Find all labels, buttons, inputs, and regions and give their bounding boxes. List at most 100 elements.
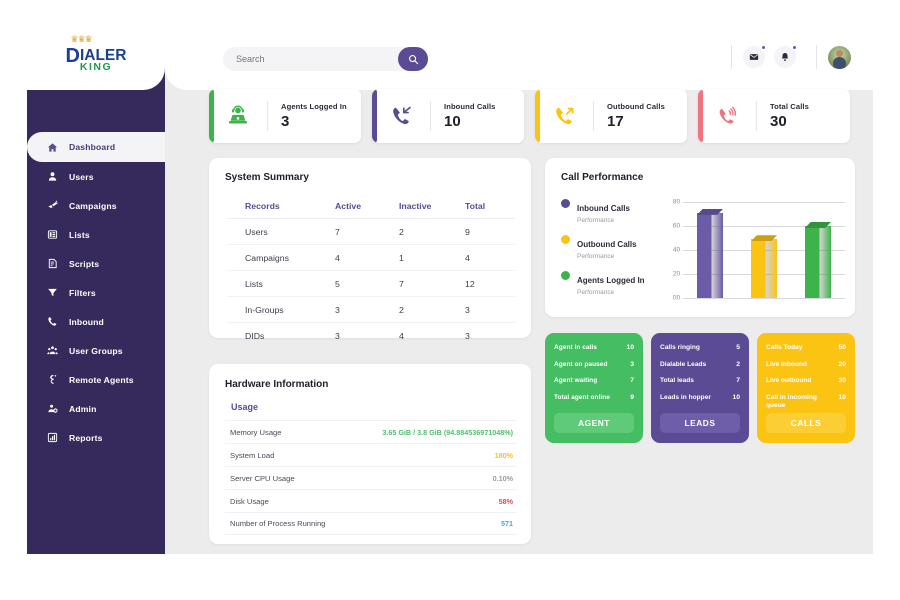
- avatar[interactable]: [828, 45, 851, 69]
- sidebar-item-label: Remote Agents: [69, 374, 134, 385]
- bell-icon: [781, 53, 789, 62]
- sidebar-item-label: Scripts: [69, 258, 100, 269]
- hardware-value: 180%: [494, 450, 513, 460]
- admin-gear-icon: [43, 403, 62, 414]
- legend-item[interactable]: Outbound Calls Performance: [561, 234, 645, 260]
- sidebar-item-scripts[interactable]: Scripts: [27, 249, 165, 278]
- table-cell: Lists: [227, 270, 335, 297]
- stat-card-button-calls[interactable]: CALLS: [766, 413, 846, 433]
- table-cell: 3: [465, 330, 470, 341]
- chart-bar[interactable]: [751, 235, 777, 298]
- legend-label: Agents Logged In: [577, 276, 645, 285]
- stat-card-button-agent[interactable]: AGENT: [554, 413, 634, 433]
- legend-item[interactable]: Inbound Calls Performance: [561, 198, 645, 224]
- stat-line: Agent waiting 7: [554, 377, 634, 385]
- stat-number: 10: [838, 394, 846, 402]
- hardware-key: Disk Usage: [230, 496, 269, 506]
- sidebar-item-inbound[interactable]: Inbound: [27, 307, 165, 336]
- bar-body: [805, 226, 831, 298]
- grid-line: [683, 298, 845, 299]
- stat-key: Call in incoming queue: [766, 394, 817, 410]
- kpi-label: Inbound Calls: [444, 102, 496, 111]
- kpi-card-outbound-calls[interactable]: Outbound Calls 17: [535, 89, 687, 143]
- legend-item[interactable]: Agents Logged In Performance: [561, 270, 645, 296]
- mail-badge: [761, 45, 766, 50]
- stat-line: Leads in hopper 10: [660, 394, 740, 402]
- logo-initial: D: [65, 45, 80, 68]
- table-cell: Campaigns: [227, 244, 335, 271]
- sidebar-item-label: Reports: [69, 432, 103, 443]
- stat-line: Calls Today 50: [766, 344, 846, 352]
- kpi-card-total-calls[interactable]: Total Calls 30: [698, 89, 850, 143]
- sidebar-item-label: Lists: [69, 229, 90, 240]
- list-icon: [43, 229, 62, 240]
- sidebar-item-label: Filters: [69, 287, 96, 298]
- call-performance-panel: Call Performance Inbound Calls Performanc…: [545, 158, 855, 317]
- column-header: Active: [335, 194, 399, 219]
- sidebar-item-lists[interactable]: Lists: [27, 220, 165, 249]
- kpi-card-agents-logged-in[interactable]: Agents Logged In 3: [209, 89, 361, 143]
- stat-key: Agent on paused: [554, 360, 608, 368]
- table-cell: Users: [227, 218, 335, 245]
- kpi-value: 17: [607, 113, 624, 130]
- sidebar-item-users[interactable]: Users: [27, 162, 165, 191]
- search-button[interactable]: [398, 47, 428, 71]
- table-cell: 2: [399, 296, 465, 323]
- kpi-card-inbound-calls[interactable]: Inbound Calls 10: [372, 89, 524, 143]
- y-axis-labels: 00 20 40 60 80: [663, 199, 680, 302]
- stat-key: Calls ringing: [660, 344, 700, 351]
- table-row: In-Groups 3 2 3: [227, 296, 515, 323]
- mail-button[interactable]: [743, 45, 766, 68]
- sidebar-item-reports[interactable]: Reports: [27, 423, 165, 452]
- hardware-value: 0.10%: [492, 473, 513, 483]
- legend-color-dot: [561, 271, 570, 280]
- stat-line: Live outbound 30: [766, 377, 846, 385]
- hardware-title: Hardware Information: [225, 379, 329, 390]
- chart-bar[interactable]: [697, 208, 723, 298]
- chart-bar[interactable]: [805, 222, 831, 298]
- stat-key: Agent waiting: [554, 377, 598, 385]
- table-header-row: Records Active Inactive Total: [227, 194, 515, 219]
- kpi-accent-bar: [372, 89, 377, 143]
- sidebar-item-filters[interactable]: Filters: [27, 278, 165, 307]
- stat-key: Calls Today: [766, 344, 803, 351]
- sidebar-item-user-groups[interactable]: User Groups: [27, 336, 165, 365]
- search-bar[interactable]: [223, 47, 428, 71]
- table-row: Lists 5 7 12: [227, 270, 515, 297]
- users-group-icon: [43, 345, 62, 356]
- hardware-list: Memory Usage 3.65 GiB / 3.8 GiB (94.88453…: [225, 420, 517, 535]
- stat-number: 30: [838, 377, 846, 385]
- stat-card-button-leads[interactable]: LEADS: [660, 413, 740, 433]
- hardware-key: Server CPU Usage: [230, 473, 295, 483]
- sidebar-item-dashboard[interactable]: Dashboard: [27, 132, 169, 162]
- sidebar-item-admin[interactable]: Admin: [27, 394, 165, 423]
- stat-card-leads: Calls ringing 5 Dialable Leads 2 Total leads…: [651, 333, 749, 443]
- sidebar-item-remote-agents[interactable]: Remote Agents: [27, 365, 165, 394]
- stat-line: Call in incoming queue 10: [766, 394, 846, 410]
- table-row: Campaigns 4 1 4: [227, 244, 515, 271]
- table-cell: 5: [335, 270, 399, 297]
- legend-color-dot: [561, 199, 570, 208]
- sidebar-item-campaigns[interactable]: Campaigns: [27, 191, 165, 220]
- sidebar-nav: Dashboard Users Campaigns Lists Scripts Filte…: [27, 132, 169, 452]
- hardware-value: 3.65 GiB / 3.8 GiB (94.884536971048%): [382, 427, 513, 437]
- chart-bars: [683, 202, 845, 298]
- brand-logo[interactable]: ♛♛♛ DIALER KING: [27, 27, 165, 90]
- hardware-row: Server CPU Usage 0.10%: [225, 466, 517, 489]
- system-summary-title: System Summary: [225, 172, 309, 183]
- bar-chart-icon: [43, 432, 62, 443]
- stat-number: 9: [630, 394, 634, 402]
- notifications-button[interactable]: [774, 45, 797, 68]
- hardware-key: Number of Process Running: [230, 519, 326, 528]
- table-cell: 9: [465, 218, 515, 245]
- column-header: Total: [465, 194, 515, 219]
- hardware-row: Memory Usage 3.65 GiB / 3.8 GiB (94.88453…: [225, 420, 517, 443]
- column-header: Inactive: [399, 194, 465, 219]
- hardware-information-panel: Hardware Information Usage Memory Usage 3…: [209, 364, 531, 544]
- stat-number: 3: [630, 360, 634, 368]
- agent-desk-icon: [209, 105, 267, 127]
- kpi-label: Outbound Calls: [607, 102, 665, 111]
- hardware-row: Disk Usage 58%: [225, 489, 517, 512]
- stat-number: 2: [736, 360, 740, 368]
- search-input[interactable]: [223, 48, 373, 70]
